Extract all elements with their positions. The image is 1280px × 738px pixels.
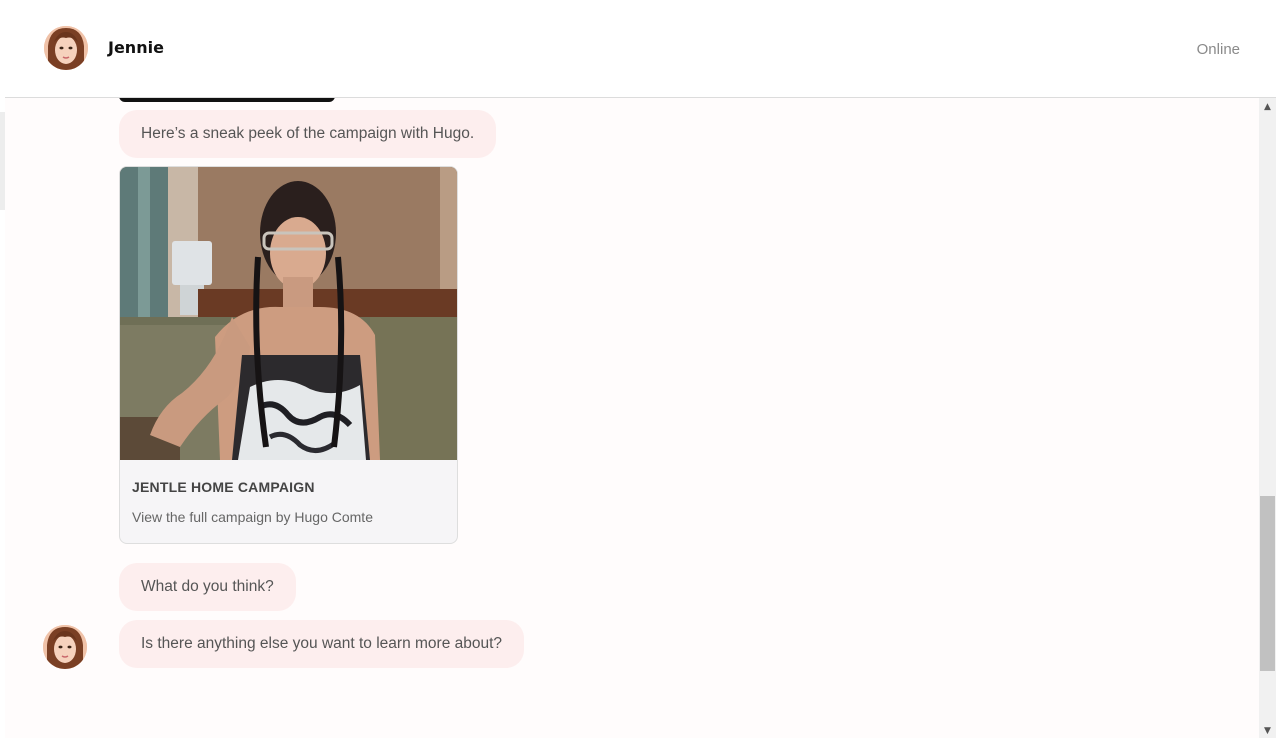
- card-title: JENTLE HOME CAMPAIGN: [132, 479, 315, 495]
- window-right-edge: [1276, 0, 1280, 738]
- chevron-down-icon[interactable]: ▼: [1259, 724, 1276, 738]
- online-status: Online: [1196, 41, 1240, 58]
- chat-scrollbar[interactable]: ▲ ▼: [1259, 98, 1276, 738]
- contact-name: Jennie: [108, 38, 164, 57]
- chevron-up-icon[interactable]: ▲: [1259, 100, 1276, 114]
- card-subtitle: View the full campaign by Hugo Comte: [132, 509, 373, 525]
- chat-messages[interactable]: Here’s a sneak peek of the campaign with…: [5, 98, 1259, 738]
- campaign-photo: [120, 167, 457, 460]
- previous-image-attachment[interactable]: [119, 98, 335, 102]
- chat-header: Jennie Online: [5, 0, 1277, 98]
- message-bubble: What do you think?: [119, 563, 296, 611]
- message-avatar: [43, 625, 87, 669]
- message-bubble: Here’s a sneak peek of the campaign with…: [119, 110, 497, 158]
- campaign-link-card[interactable]: JENTLE HOME CAMPAIGN View the full campa…: [119, 166, 458, 544]
- contact-avatar[interactable]: [44, 26, 88, 70]
- message-bubble: Is there anything else you want to learn…: [119, 620, 525, 668]
- scrollbar-thumb[interactable]: [1260, 496, 1275, 671]
